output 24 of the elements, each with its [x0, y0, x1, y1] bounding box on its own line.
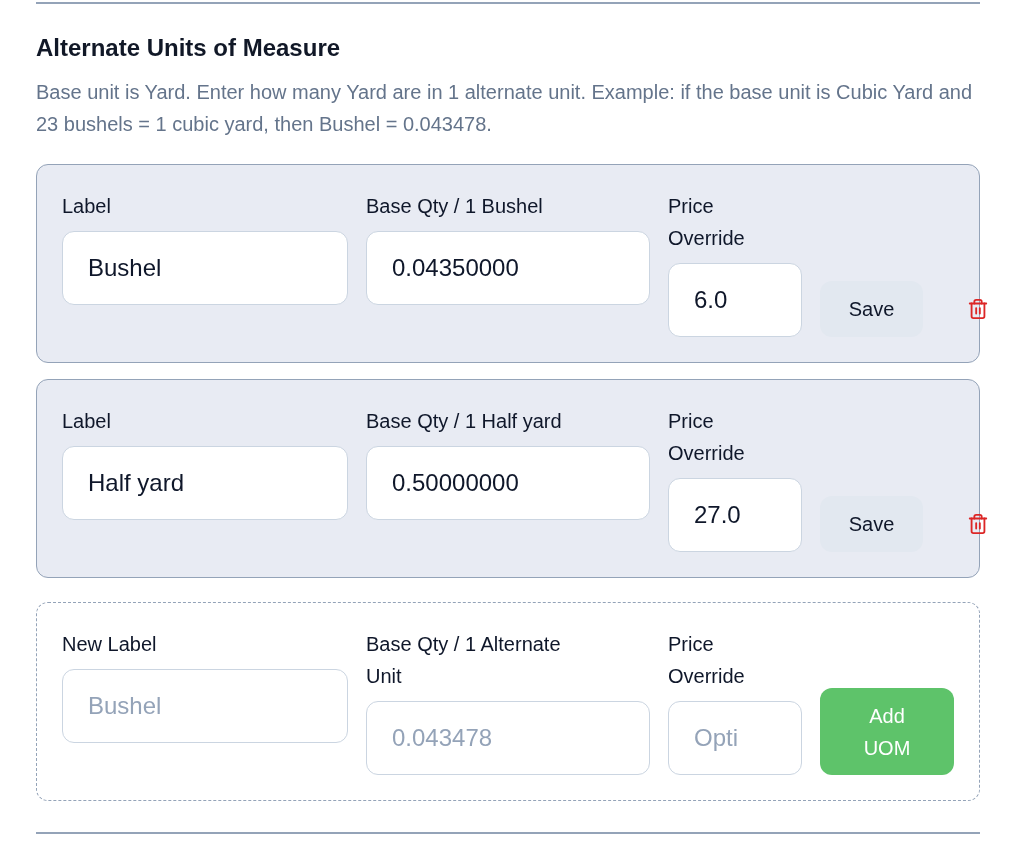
field-label: Base Qty / 1 Alternate Unit: [366, 632, 562, 689]
field-label: Base Qty / 1 Bushel: [366, 194, 544, 219]
field-label: Price Override: [668, 409, 746, 466]
save-button[interactable]: Save: [820, 496, 923, 552]
input-field[interactable]: 0.043478: [366, 701, 650, 775]
field-label: Label: [62, 194, 112, 219]
section-title: Alternate Units of Measure: [36, 33, 342, 63]
input-field[interactable]: 0.04350000: [366, 231, 650, 305]
save-button[interactable]: Save: [820, 281, 923, 337]
input-field[interactable]: Opti: [668, 701, 802, 775]
trash-icon[interactable]: [967, 297, 989, 321]
input-field[interactable]: 27.0: [668, 478, 802, 552]
field-label: Base Qty / 1 Half yard: [366, 409, 563, 434]
input-field[interactable]: Bushel: [62, 231, 348, 305]
field-label: New Label: [62, 632, 158, 657]
field-label: Label: [62, 409, 112, 434]
field-label: Price Override: [668, 632, 746, 689]
input-field[interactable]: 0.50000000: [366, 446, 650, 520]
section-description: Base unit is Yard. Enter how many Yard are in 1 alternate unit. Example: if the base unit is Cubic Yard and 23 bushels = 1 cubic yard, then Bushel = 0.043478.: [36, 80, 974, 137]
input-field[interactable]: 6.0: [668, 263, 802, 337]
input-field[interactable]: Bushel: [62, 669, 348, 743]
field-label: Price Override: [668, 194, 746, 251]
input-field[interactable]: Half yard: [62, 446, 348, 520]
trash-icon[interactable]: [967, 512, 989, 536]
